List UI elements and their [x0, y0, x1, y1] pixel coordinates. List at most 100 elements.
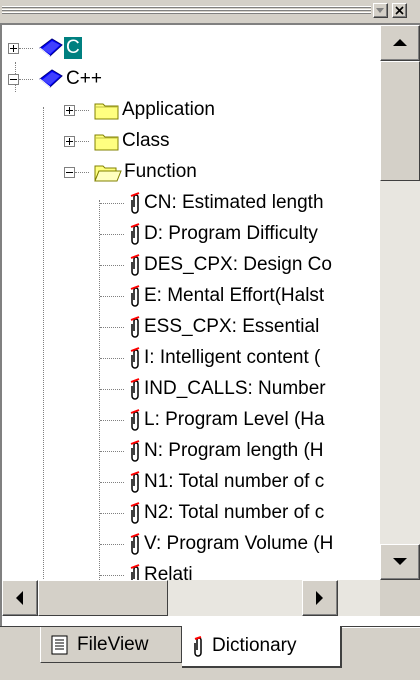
tree-node-label: C [64, 37, 82, 59]
tree-node-metric[interactable]: DES_CPX: Design Co [128, 250, 334, 280]
tree-node-label: I: Intelligent content ( [144, 347, 321, 368]
tree-connector [75, 141, 89, 142]
paperclip-icon [130, 347, 140, 369]
tree-connector [100, 358, 124, 359]
tree-node-label: N1: Total number of c [144, 471, 325, 492]
tree-node-metric[interactable]: D: Program Difficulty [128, 219, 320, 249]
folder-closed-icon [94, 134, 119, 151]
tree-connector [100, 296, 124, 297]
tree-connector [100, 451, 124, 452]
tree-node-metric[interactable]: E: Mental Effort(Halst [128, 281, 326, 311]
tree-node-label: CN: Estimated length [144, 192, 324, 213]
book-icon [39, 69, 63, 88]
workspace-tabs: FileView Dictionary [0, 626, 420, 680]
tab-label: FileView [77, 633, 149, 655]
tree-connector [100, 265, 124, 266]
paperclip-icon [194, 636, 202, 657]
chevron-down-icon [376, 7, 384, 13]
scroll-right-button[interactable] [302, 580, 338, 616]
tree-node-metric[interactable]: CN: Estimated length [128, 188, 326, 218]
paperclip-icon [130, 378, 140, 400]
workspace-tree-pane: C C++ Application Class Function CN: Estimate… [0, 23, 420, 626]
paperclip-icon [130, 533, 140, 555]
tree-node-folder[interactable]: Function [94, 157, 199, 187]
paperclip-icon [130, 285, 140, 307]
expand-node-button[interactable] [8, 43, 19, 54]
book-icon [39, 38, 63, 57]
scroll-left-button[interactable] [2, 580, 38, 616]
tree-node-label: IND_CALLS: Number [144, 378, 326, 399]
close-pane-button[interactable] [392, 3, 407, 18]
folder-open-icon [94, 165, 122, 182]
minimize-pane-button[interactable] [373, 3, 388, 18]
collapse-node-button[interactable] [8, 74, 19, 85]
tree-connector [100, 482, 124, 483]
folder-closed-icon [94, 103, 119, 120]
scrollbar-corner [380, 580, 420, 616]
tree-node-root[interactable]: C [38, 33, 82, 63]
paperclip-icon [130, 564, 140, 580]
tree-node-metric[interactable]: N: Program length (H [128, 436, 326, 466]
tab-fileview[interactable]: FileView [40, 627, 182, 663]
tree-node-metric[interactable]: N2: Total number of c [128, 498, 326, 528]
tab-label: Dictionary [212, 635, 297, 656]
tree-node-metric[interactable]: V: Program Volume (H [128, 529, 335, 559]
horizontal-scrollbar[interactable] [2, 580, 380, 616]
tree-connector [100, 544, 124, 545]
tree-node-metric[interactable]: ESS_CPX: Essential [128, 312, 321, 342]
tree-node-label: DES_CPX: Design Co [144, 254, 332, 275]
tree-node-metric[interactable]: N1: Total number of c [128, 467, 326, 497]
paperclip-icon [130, 223, 140, 245]
arrow-up-icon [393, 39, 407, 46]
tree-view[interactable]: C C++ Application Class Function CN: Estimate… [2, 25, 380, 580]
arrow-left-icon [16, 591, 23, 605]
tree-connector [99, 200, 100, 580]
paperclip-icon [130, 440, 140, 462]
paperclip-icon [130, 502, 140, 524]
tree-node-label: Application [122, 99, 215, 120]
tree-node-folder[interactable]: Class [94, 126, 172, 156]
tree-node-label: N2: Total number of c [144, 502, 325, 523]
docking-grip[interactable] [0, 0, 420, 22]
tree-connector [100, 234, 124, 235]
tree-connector [43, 107, 44, 580]
grip-lines[interactable] [2, 6, 371, 15]
tree-connector [19, 48, 33, 49]
tab-dictionary[interactable]: Dictionary [182, 626, 342, 668]
expand-node-button[interactable] [64, 105, 75, 116]
expand-node-button[interactable] [64, 136, 75, 147]
tree-connector [100, 389, 124, 390]
scroll-up-button[interactable] [380, 25, 420, 61]
tree-node-label: Class [122, 130, 170, 151]
close-icon [395, 6, 404, 15]
tree-connector [75, 110, 89, 111]
arrow-right-icon [316, 591, 323, 605]
tree-node-root[interactable]: C++ [38, 64, 104, 94]
tree-node-label: Function [124, 161, 197, 182]
tree-node-label: ESS_CPX: Essential [144, 316, 320, 337]
tree-node-label: C++ [66, 68, 102, 89]
vertical-scroll-thumb[interactable] [380, 61, 420, 181]
tree-connector [75, 172, 89, 173]
tree-connector [100, 513, 124, 514]
tree-node-folder[interactable]: Application [94, 95, 217, 125]
tree-node-label: L: Program Level (Ha [144, 409, 325, 430]
tree-node-metric[interactable]: IND_CALLS: Number [128, 374, 328, 404]
tree-connector [19, 79, 33, 80]
tree-connector [100, 327, 124, 328]
arrow-down-icon [393, 558, 407, 565]
collapse-node-button[interactable] [64, 167, 75, 178]
tree-node-metric[interactable]: Relati [128, 560, 195, 580]
paperclip-icon [130, 192, 140, 214]
tree-connector [100, 203, 124, 204]
tree-node-metric[interactable]: L: Program Level (Ha [128, 405, 327, 435]
file-view-icon [51, 635, 68, 654]
tree-node-metric[interactable]: I: Intelligent content ( [128, 343, 322, 373]
horizontal-scroll-thumb[interactable] [38, 580, 168, 616]
vertical-scrollbar[interactable] [380, 25, 420, 580]
paperclip-icon [130, 471, 140, 493]
tree-connector [100, 575, 124, 576]
scroll-down-button[interactable] [380, 544, 420, 580]
paperclip-icon [130, 316, 140, 338]
paperclip-icon [130, 409, 140, 431]
